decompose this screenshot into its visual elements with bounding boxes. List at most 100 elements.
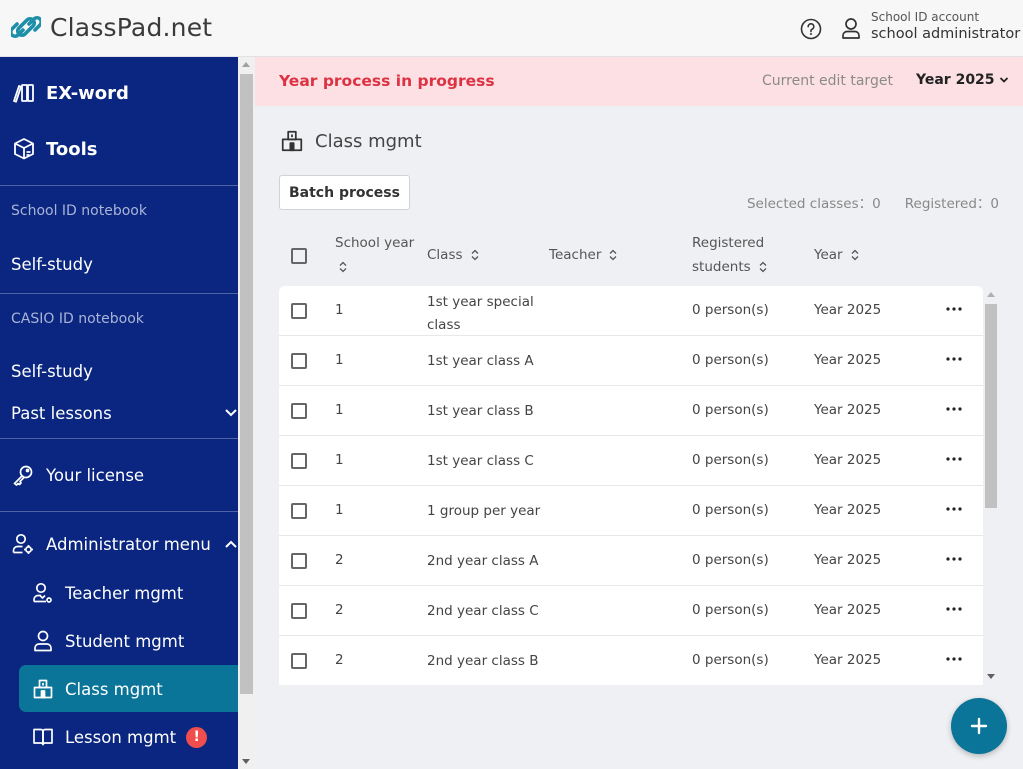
school-building-icon — [33, 679, 53, 699]
scrollbar-thumb[interactable] — [240, 74, 253, 694]
scrollbar-thumb[interactable] — [985, 304, 997, 508]
more-options-icon[interactable] — [944, 304, 964, 314]
row-checkbox[interactable] — [291, 603, 307, 619]
cell-class: 2nd year class B — [427, 653, 539, 669]
table-row[interactable]: 2 2nd year class A 0 person(s) Year 2025 — [279, 536, 983, 586]
class-table: 1 1st year special class 0 person(s) Year 2… — [279, 286, 983, 685]
sidebar-item-tools[interactable]: Tools — [0, 131, 238, 167]
header-class[interactable]: Class — [427, 243, 479, 267]
edit-target-label: Current edit target — [762, 73, 893, 89]
more-options-icon[interactable] — [944, 354, 964, 364]
row-checkbox[interactable] — [291, 453, 307, 469]
row-checkbox[interactable] — [291, 303, 307, 319]
sidebar-item-label: Self-study — [11, 361, 93, 381]
sidebar-item-exword[interactable]: EX-word — [0, 75, 238, 111]
more-options-icon[interactable] — [944, 404, 964, 414]
sidebar-item-label: Your license — [46, 465, 145, 485]
add-class-button[interactable] — [951, 698, 1007, 754]
cell-registered: 0 person(s) — [692, 502, 769, 518]
more-options-icon[interactable] — [944, 504, 964, 514]
row-checkbox[interactable] — [291, 503, 307, 519]
link-logo-icon — [11, 15, 41, 39]
key-icon — [13, 465, 33, 486]
row-checkbox[interactable] — [291, 653, 307, 669]
school-building-icon — [281, 130, 303, 152]
scroll-up-arrow[interactable] — [242, 62, 250, 67]
row-checkbox[interactable] — [291, 553, 307, 569]
sidebar-item-class-mgmt[interactable]: Class mgmt — [0, 674, 238, 704]
sidebar-item-label: Administrator menu — [46, 534, 211, 554]
header-year[interactable]: Year — [814, 243, 859, 267]
cell-school-year: 1 — [335, 452, 344, 468]
scroll-down-arrow[interactable] — [242, 759, 250, 764]
select-all-checkbox[interactable] — [291, 248, 307, 264]
account-name: school administrator — [871, 26, 1021, 42]
table-row[interactable]: 1 1st year class C 0 person(s) Year 2025 — [279, 436, 983, 486]
sidebar: EX-word Tools School ID notebook Self-st… — [0, 57, 238, 769]
table-header: School year Class Teacher Registered stu… — [279, 229, 983, 284]
sidebar-scrollbar[interactable] — [238, 57, 255, 769]
sidebar-item-teacher-mgmt[interactable]: Teacher mgmt — [0, 578, 238, 608]
header-teacher[interactable]: Teacher — [549, 243, 617, 267]
batch-process-button[interactable]: Batch process — [279, 175, 410, 210]
year-selector[interactable]: Year 2025 — [916, 72, 1009, 88]
more-options-icon[interactable] — [944, 554, 964, 564]
sort-icon — [339, 261, 347, 273]
user-icon — [34, 630, 52, 652]
cell-year: Year 2025 — [814, 402, 882, 418]
row-checkbox[interactable] — [291, 353, 307, 369]
cell-registered: 0 person(s) — [692, 452, 769, 468]
table-row[interactable]: 2 2nd year class B 0 person(s) Year 2025 — [279, 636, 983, 685]
sidebar-item-label: Teacher mgmt — [65, 583, 184, 603]
alert-badge: ! — [186, 726, 208, 748]
page-title-text: Class mgmt — [315, 130, 422, 152]
logo[interactable]: ClassPad.net — [11, 12, 212, 42]
scroll-up-arrow[interactable] — [987, 292, 995, 297]
cell-registered: 0 person(s) — [692, 352, 769, 368]
account-info[interactable]: School ID account school administrator — [871, 10, 1020, 42]
user-gear-icon — [12, 533, 33, 554]
section-label-casio-id-notebook: CASIO ID notebook — [11, 311, 144, 327]
user-icon[interactable] — [841, 17, 861, 39]
row-checkbox[interactable] — [291, 403, 307, 419]
header-registered-students[interactable]: Registered students — [692, 231, 767, 279]
sidebar-item-lesson-mgmt[interactable]: Lesson mgmt ! — [0, 722, 238, 752]
sidebar-item-label: Lesson mgmt — [65, 727, 177, 747]
table-row[interactable]: 1 1st year class A 0 person(s) Year 2025 — [279, 336, 983, 386]
more-options-icon[interactable] — [944, 604, 964, 614]
table-row[interactable]: 1 1st year special class 0 person(s) Year 2… — [279, 286, 983, 336]
sidebar-item-student-mgmt[interactable]: Student mgmt — [0, 626, 238, 656]
sidebar-divider — [0, 185, 238, 186]
table-row[interactable]: 1 1 group per year 0 person(s) Year 2025 — [279, 486, 983, 536]
more-options-icon[interactable] — [944, 454, 964, 464]
cell-year: Year 2025 — [814, 652, 882, 668]
cell-year: Year 2025 — [814, 602, 882, 618]
chevron-up-icon — [225, 540, 237, 548]
table-row[interactable]: 1 1st year class B 0 person(s) Year 2025 — [279, 386, 983, 436]
header-label: students — [692, 259, 751, 275]
more-options-icon[interactable] — [944, 654, 964, 664]
sidebar-item-casio-self-study[interactable]: Self-study — [0, 356, 238, 386]
cell-school-year: 1 — [335, 402, 344, 418]
year-selector-value: Year 2025 — [916, 72, 995, 88]
table-row[interactable]: 2 2nd year class C 0 person(s) Year 2025 — [279, 586, 983, 636]
sidebar-item-past-lessons[interactable]: Past lessons — [0, 398, 238, 428]
help-icon[interactable] — [800, 18, 822, 40]
page-title: Class mgmt — [280, 129, 422, 153]
table-scrollbar[interactable] — [983, 286, 997, 685]
header-school-year[interactable]: School year — [335, 231, 414, 279]
teacher-icon — [33, 582, 52, 603]
header-label: Teacher — [549, 247, 602, 263]
plus-icon — [970, 717, 988, 735]
sidebar-item-your-license[interactable]: Your license — [0, 460, 238, 490]
cell-school-year: 1 — [335, 302, 344, 318]
cell-school-year: 2 — [335, 552, 344, 568]
sidebar-divider — [0, 438, 238, 439]
cell-year: Year 2025 — [814, 302, 882, 318]
sidebar-item-school-self-study[interactable]: Self-study — [0, 249, 238, 279]
sidebar-item-administrator-menu[interactable]: Administrator menu — [0, 529, 238, 559]
main-content: Year process in progress Current edit ta… — [255, 57, 1023, 769]
sidebar-item-label: Past lessons — [11, 403, 112, 423]
scroll-down-arrow[interactable] — [987, 674, 995, 679]
sidebar-divider — [0, 293, 238, 294]
